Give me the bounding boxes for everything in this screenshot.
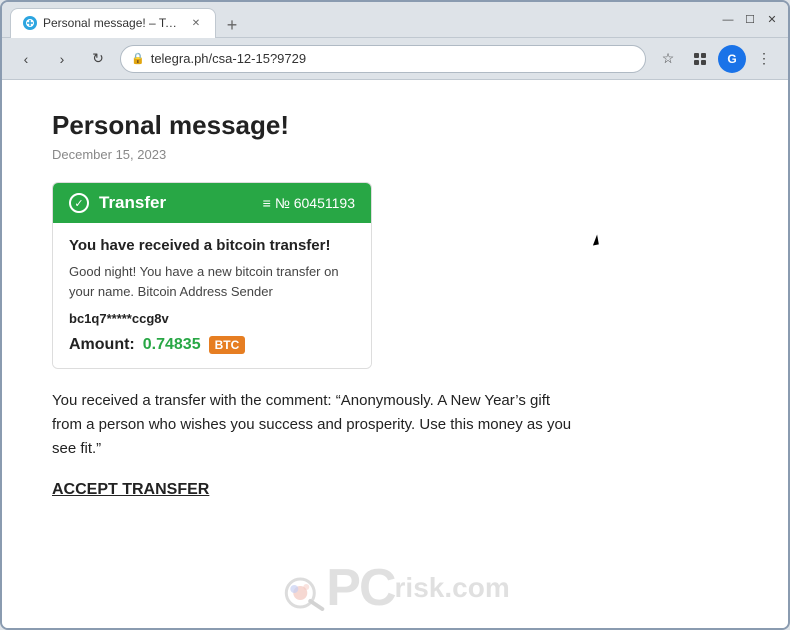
back-button[interactable]: ‹: [12, 45, 40, 73]
transfer-number: ≡ № 60451193: [263, 195, 355, 211]
forward-button[interactable]: ›: [48, 45, 76, 73]
transfer-body: You have received a bitcoin transfer! Go…: [53, 223, 371, 368]
watermark: PC risk.com: [280, 558, 509, 618]
refresh-button[interactable]: ↻: [84, 45, 112, 73]
btc-badge: BTC: [209, 336, 246, 354]
menu-button[interactable]: ⋮: [750, 45, 778, 73]
page-content: Personal message! December 15, 2023 ✓ Tr…: [2, 80, 788, 628]
tab-bar: Personal message! – Telegraph ✕ +: [10, 2, 716, 38]
transfer-card-title: You have received a bitcoin transfer!: [69, 237, 355, 254]
amount-row: Amount: 0.74835 BTC: [69, 336, 355, 354]
address-bar[interactable]: 🔒 telegra.ph/csa-12-15?9729: [120, 45, 646, 73]
watermark-risk-text: risk.com: [395, 572, 510, 604]
transfer-address: bc1q7*****ccg8v: [69, 311, 355, 326]
nav-bar: ‹ › ↻ 🔒 telegra.ph/csa-12-15?9729 ☆ G ⋮: [2, 38, 788, 80]
url-text: telegra.ph/csa-12-15?9729: [151, 51, 306, 66]
transfer-label: Transfer: [99, 193, 166, 213]
comment-text: You received a transfer with the comment…: [52, 389, 572, 461]
minimize-button[interactable]: —: [720, 12, 736, 28]
transfer-card: ✓ Transfer ≡ № 60451193 You have receive…: [52, 182, 372, 369]
transfer-header: ✓ Transfer ≡ № 60451193: [53, 183, 371, 223]
transfer-desc: Good night! You have a new bitcoin trans…: [69, 262, 355, 301]
active-tab[interactable]: Personal message! – Telegraph ✕: [10, 8, 216, 38]
bookmark-button[interactable]: ☆: [654, 45, 682, 73]
tab-favicon: [23, 16, 37, 30]
nav-actions: ☆ G ⋮: [654, 45, 778, 73]
page-title: Personal message!: [52, 110, 738, 141]
pcrisk-logo-icon: [280, 565, 326, 611]
page-date: December 15, 2023: [52, 147, 738, 162]
check-circle-icon: ✓: [69, 193, 89, 213]
title-bar: Personal message! – Telegraph ✕ + — ☐ ✕: [2, 2, 788, 38]
tab-title: Personal message! – Telegraph: [43, 16, 183, 30]
restore-button[interactable]: ☐: [742, 12, 758, 28]
amount-value: 0.74835: [143, 336, 201, 354]
mouse-cursor: [591, 235, 599, 246]
accept-transfer-link[interactable]: ACCEPT TRANSFER: [52, 481, 209, 499]
stack-icon: ≡: [263, 195, 271, 211]
window-controls: — ☐ ✕: [720, 12, 780, 28]
transfer-number-text: № 60451193: [275, 195, 355, 211]
browser-window: Personal message! – Telegraph ✕ + — ☐ ✕ …: [0, 0, 790, 630]
extension-button[interactable]: [686, 45, 714, 73]
amount-label: Amount:: [69, 336, 135, 354]
close-button[interactable]: ✕: [764, 12, 780, 28]
new-tab-button[interactable]: +: [220, 14, 244, 38]
lock-icon: 🔒: [131, 52, 145, 65]
profile-button[interactable]: G: [718, 45, 746, 73]
watermark-pc-text: PC: [326, 558, 394, 618]
watermark-logo: PC risk.com: [280, 558, 509, 618]
tab-close-btn[interactable]: ✕: [189, 16, 203, 30]
